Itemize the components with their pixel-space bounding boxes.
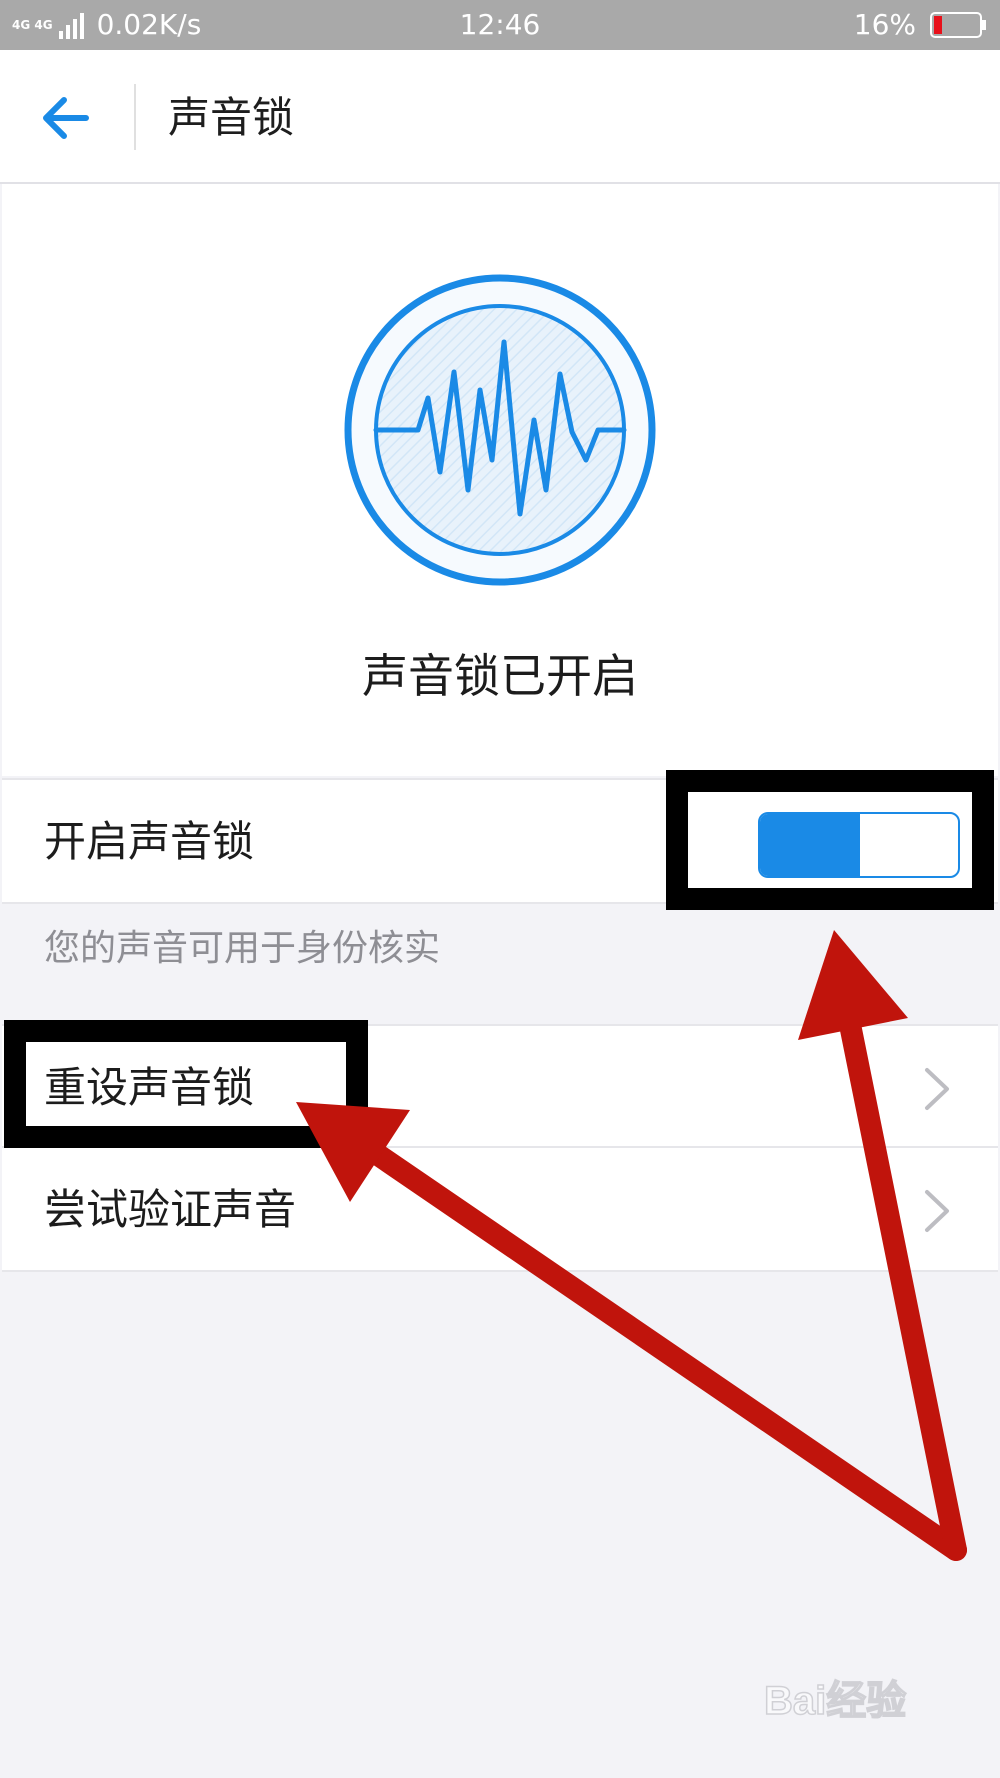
header-divider: [134, 84, 136, 150]
baidu-jingyan-watermark: Bai经验: [763, 1678, 907, 1724]
verify-label: 尝试验证声音: [44, 1185, 297, 1234]
toggle-label: 开启声音锁: [44, 817, 255, 866]
verify-voice-row[interactable]: 尝试验证声音: [2, 1146, 998, 1272]
status-time: 12:46: [459, 8, 541, 41]
back-arrow-icon[interactable]: [36, 90, 100, 146]
chevron-right-icon: [925, 1068, 949, 1110]
status-bar: 4G 4G 0.02K/s 12:46 16%: [0, 0, 1000, 50]
annotation-box-reset: [4, 1020, 368, 1148]
sound-wave-icon: [344, 274, 656, 586]
watermark-text: Bai经验: [764, 1679, 906, 1723]
battery-percent: 16%: [853, 8, 916, 41]
app-header: 声音锁: [0, 50, 1000, 184]
page-title: 声音锁: [168, 93, 295, 142]
chevron-right-icon: [925, 1190, 949, 1232]
voice-lock-hero: 声音锁已开启: [2, 184, 998, 776]
lock-status-text: 声音锁已开启: [362, 649, 638, 703]
status-right: 16%: [854, 8, 986, 42]
annotation-box-toggle: [666, 770, 994, 910]
battery-low-icon: [930, 12, 986, 38]
helper-text: 您的声音可用于身份核实: [44, 928, 441, 969]
